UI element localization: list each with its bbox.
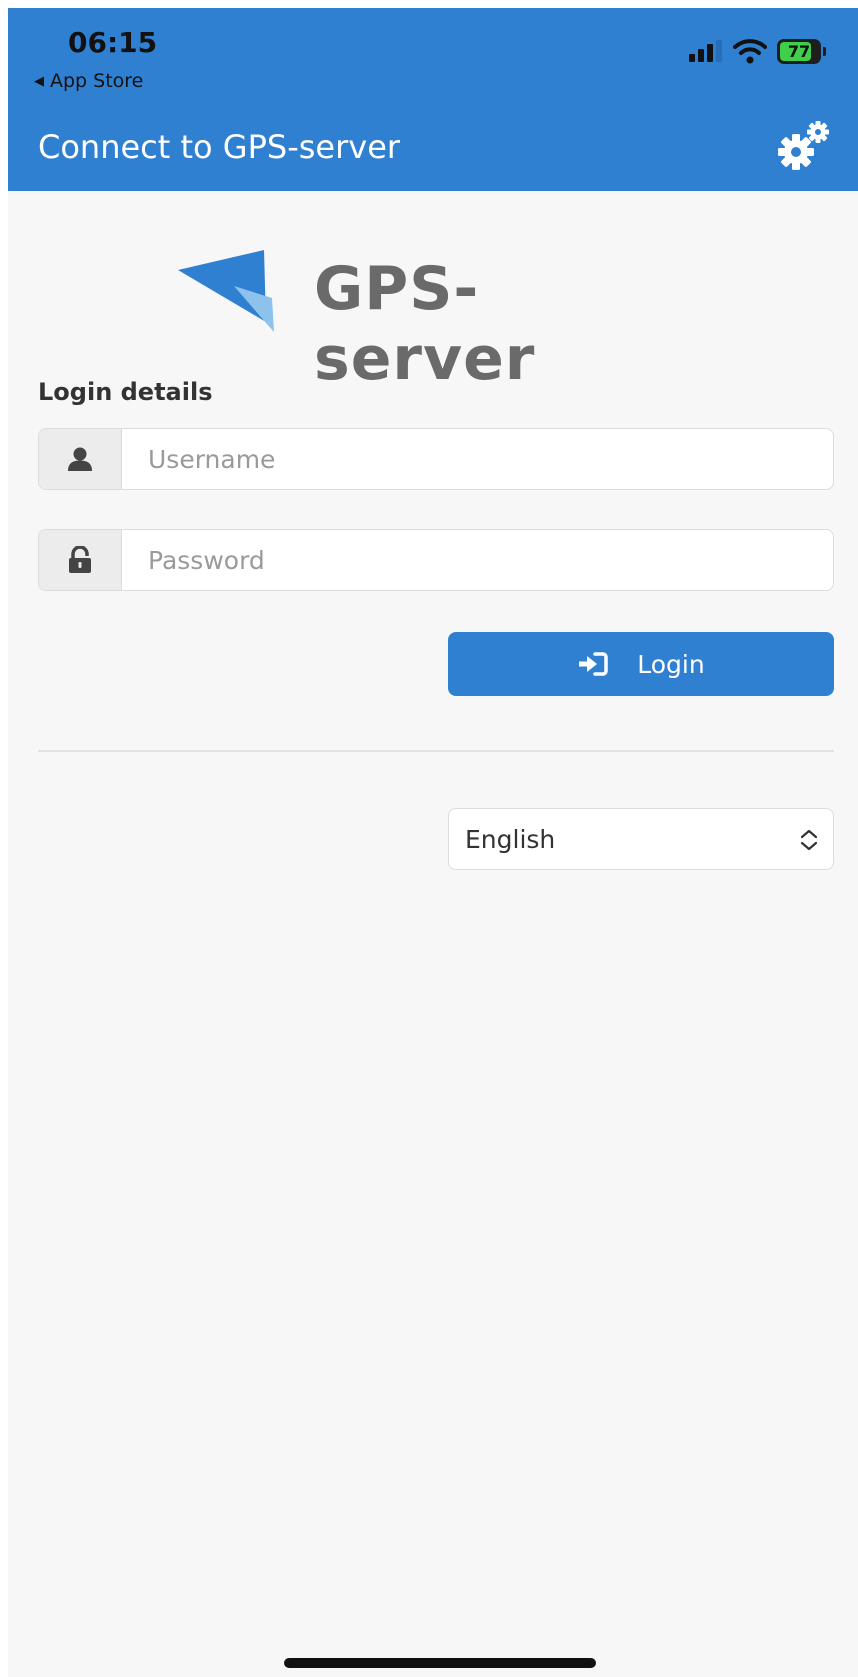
user-icon <box>68 447 92 471</box>
battery-icon: 77 <box>777 38 821 64</box>
password-input-group <box>38 529 834 591</box>
logo-arrow-icon <box>178 250 274 332</box>
gps-server-logo: GPS-server <box>178 248 698 394</box>
back-to-app-store-link[interactable]: ◀ App Store <box>34 70 143 92</box>
battery-indicator: 77 <box>777 38 826 64</box>
back-label: App Store <box>50 70 144 92</box>
top-bar: 06:15 ◀ App Store 77 Connect to GPS-serv… <box>8 8 858 191</box>
login-details-heading: Login details <box>38 378 213 406</box>
status-time: 06:15 <box>68 26 158 59</box>
settings-button[interactable] <box>776 120 832 172</box>
password-addon <box>39 530 122 590</box>
wifi-icon <box>733 39 767 64</box>
language-selected-value: English <box>465 825 556 854</box>
login-button[interactable]: Login <box>448 632 834 696</box>
username-input-group <box>38 428 834 490</box>
battery-level: 77 <box>787 41 811 61</box>
gears-icon <box>778 121 829 170</box>
username-addon <box>39 429 122 489</box>
app-screen: 06:15 ◀ App Store 77 Connect to GPS-serv… <box>8 8 858 1677</box>
divider <box>38 750 834 752</box>
back-triangle-icon: ◀ <box>34 73 44 89</box>
status-indicators: 77 <box>689 38 826 64</box>
sign-in-icon <box>579 652 609 676</box>
up-down-chevron-icon <box>800 829 818 851</box>
page-title: Connect to GPS-server <box>38 128 401 166</box>
username-input[interactable] <box>122 429 833 489</box>
password-input[interactable] <box>122 530 833 590</box>
home-indicator <box>284 1658 596 1668</box>
cellular-signal-icon <box>689 40 722 62</box>
logo-text: GPS-server <box>314 254 536 394</box>
lock-icon <box>69 546 91 573</box>
login-button-label: Login <box>637 649 705 679</box>
language-select[interactable]: English <box>448 808 834 870</box>
